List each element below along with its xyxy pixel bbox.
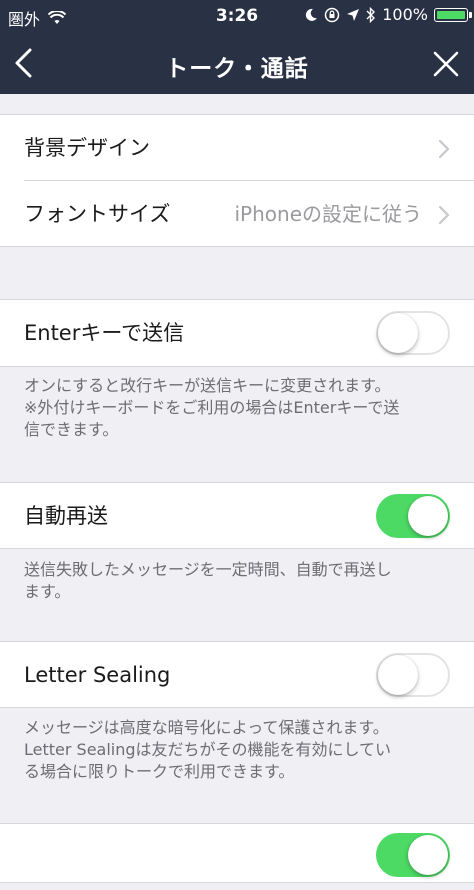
background-design-label: 背景デザイン [24, 136, 150, 160]
bluetooth-icon [366, 6, 376, 23]
letter-sealing-label: Letter Sealing [24, 663, 171, 687]
letter-sealing-toggle[interactable] [376, 653, 450, 697]
note-line: ※外付けキーボードをご利用の場合はEnterキーで送 [24, 398, 400, 417]
letter-sealing-note: メッセージは高度な暗号化によって保護されます。 Letter Sealingは友… [24, 717, 454, 783]
battery-icon [434, 7, 472, 22]
enter-send-toggle[interactable] [376, 311, 450, 355]
letter-sealing-row: Letter Sealing [0, 642, 474, 708]
auto-resend-row: 自動再送 [0, 483, 474, 549]
toggle-knob [378, 655, 418, 695]
auto-resend-toggle[interactable] [376, 494, 450, 538]
toggle-knob [408, 496, 448, 536]
note-line: 信できます。 [24, 420, 119, 439]
note-line: 送信失敗したメッセージを一定時間、自動で再送し [24, 560, 392, 579]
enter-send-note: オンにすると改行キーが送信キーに変更されます。 ※外付けキーボードをご利用の場合… [24, 375, 454, 441]
next-setting-toggle[interactable] [376, 833, 450, 877]
note-line: ます。 [24, 582, 71, 601]
font-size-row[interactable]: フォントサイズ iPhoneの設定に従う [0, 181, 474, 247]
chevron-right-icon [438, 205, 450, 225]
letter-sealing-group: Letter Sealing [0, 641, 474, 708]
moon-icon [306, 8, 318, 21]
enter-send-label: Enterキーで送信 [24, 321, 185, 345]
next-setting-row [0, 824, 474, 890]
note-line: オンにすると改行キーが送信キーに変更されます。 [24, 376, 391, 395]
note-line: メッセージは高度な暗号化によって保護されます。 [24, 718, 389, 737]
note-line: Letter Sealingは友だちがその機能を有効にしてい [24, 740, 392, 759]
close-icon[interactable] [432, 50, 460, 78]
auto-resend-label: 自動再送 [24, 504, 108, 528]
rotation-lock-icon [325, 7, 340, 22]
background-design-row[interactable]: 背景デザイン [0, 115, 474, 181]
enter-send-row: Enterキーで送信 [0, 300, 474, 366]
auto-resend-note: 送信失敗したメッセージを一定時間、自動で再送し ます。 [24, 559, 454, 603]
note-line: る場合に限りトークで利用できます。 [24, 762, 295, 781]
toggle-knob [408, 835, 448, 875]
nav-bar: トーク・通話 [0, 32, 474, 94]
status-bar: 圏外 3:26 100% [0, 0, 474, 32]
auto-resend-group: 自動再送 [0, 482, 474, 549]
chevron-right-icon [438, 139, 450, 159]
font-size-value: iPhoneの設定に従う [234, 202, 422, 226]
next-setting-group [0, 823, 474, 883]
page-title: トーク・通話 [165, 56, 309, 82]
location-icon [347, 8, 360, 21]
enter-send-group: Enterキーで送信 [0, 299, 474, 367]
font-size-label: フォントサイズ [24, 202, 171, 226]
toggle-knob [378, 313, 418, 353]
display-settings-group: 背景デザイン フォントサイズ iPhoneの設定に従う [0, 114, 474, 247]
battery-percent: 100% [382, 5, 428, 24]
